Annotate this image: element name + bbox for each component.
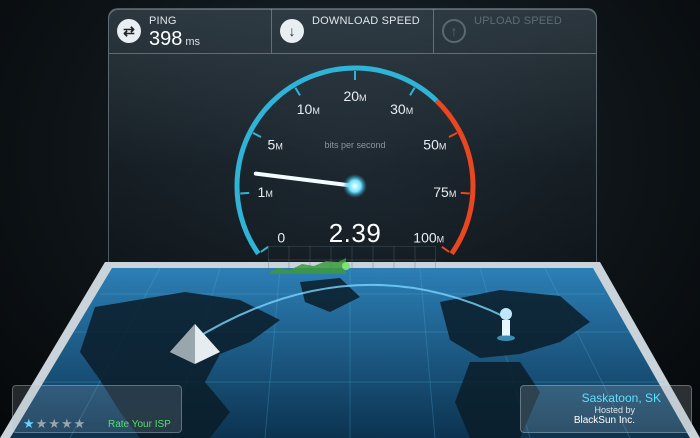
ping-label: PING [149,15,177,27]
star-icon[interactable]: ★ [23,416,36,431]
download-label: DOWNLOAD SPEED [312,15,420,27]
arrow-up-icon: ↑ [442,19,466,43]
hosted-by-label: Hosted by [594,405,635,415]
gauge-label: 5M [268,136,283,152]
ping-unit: ms [185,36,201,48]
gauge-label: 100M [413,230,444,246]
upload-label: UPLOAD SPEED [474,15,562,27]
speed-readout: 2.39 [328,218,382,248]
gauge-label: 20M [343,88,366,104]
server-city[interactable]: Saskatoon, SK [582,391,661,405]
rating-stars[interactable]: ★★★★★ [23,416,86,432]
gauge-caption: bits per second [324,140,386,150]
gauge-label: 75M [433,184,456,200]
gauge-label: 30M [390,101,413,117]
star-icon[interactable]: ★ [36,416,49,431]
gauge-tick [294,87,301,96]
gauge-arc-high [434,98,476,256]
gauge-tick [240,191,250,195]
tab-ping[interactable]: ⇄ PING 398 ms [109,9,271,53]
arrow-down-icon: ↓ [280,19,304,43]
gauge-label: 0 [277,230,285,246]
gauge-tick [252,132,262,138]
tab-download[interactable]: ↓ DOWNLOAD SPEED [271,9,434,53]
gauge-tick [448,132,458,138]
gauge-label: 10M [297,101,320,117]
gauge-tick [441,245,450,253]
speed-history-graph [268,246,436,274]
rate-isp-link[interactable]: Rate Your ISP [108,419,171,430]
result-tabs: ⇄ PING 398 ms ↓ DOWNLOAD SPEED ↑ UPLOAD S… [109,9,596,54]
gauge-hub [343,174,367,198]
star-icon[interactable]: ★ [74,416,87,431]
gauge-label: 1M [258,184,273,200]
gauge-tick [460,191,470,195]
tab-upload[interactable]: ↑ UPLOAD SPEED [433,9,597,53]
star-icon[interactable]: ★ [48,416,61,431]
isp-rating-panel: ★★★★★ Rate Your ISP [12,385,182,433]
star-icon[interactable]: ★ [61,416,74,431]
gauge-tick [409,87,416,96]
ping-value-row: 398 ms [149,28,200,51]
gauge-label: 50M [423,136,446,152]
swap-arrows-icon: ⇄ [117,19,141,43]
host-name: BlackSun Inc. [573,415,635,426]
server-info-panel: Saskatoon, SK Hosted by BlackSun Inc. [520,385,692,433]
ping-value: 398 [149,28,183,50]
gauge-needle [253,171,357,188]
